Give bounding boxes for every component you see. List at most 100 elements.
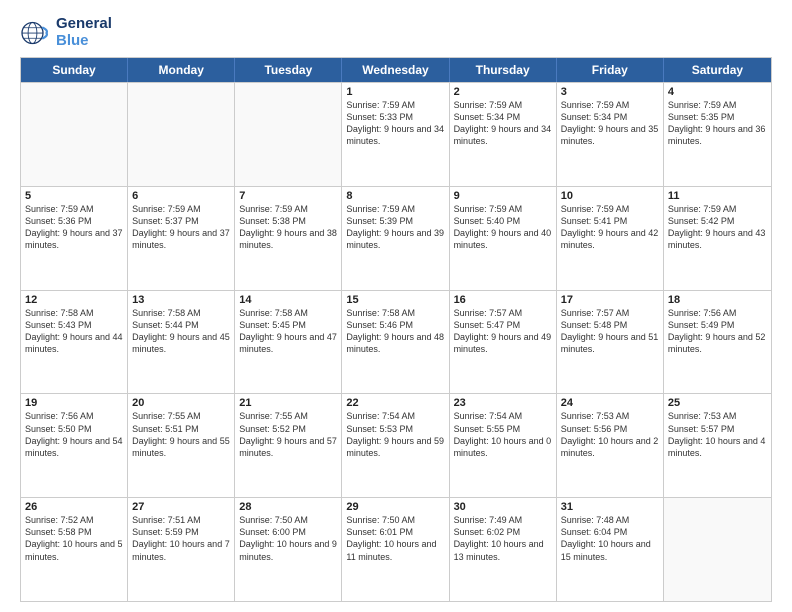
day-cell-4: 4Sunrise: 7:59 AMSunset: 5:35 PMDaylight… — [664, 83, 771, 186]
day-number: 3 — [561, 86, 659, 98]
daylight-line: Daylight: 9 hours and 38 minutes. — [239, 227, 337, 251]
day-number: 5 — [25, 190, 123, 202]
day-cell-25: 25Sunrise: 7:53 AMSunset: 5:57 PMDayligh… — [664, 394, 771, 497]
daylight-line: Daylight: 9 hours and 35 minutes. — [561, 123, 659, 147]
day-cell-31: 31Sunrise: 7:48 AMSunset: 6:04 PMDayligh… — [557, 498, 664, 601]
calendar-body: 1Sunrise: 7:59 AMSunset: 5:33 PMDaylight… — [21, 82, 771, 601]
day-cell-9: 9Sunrise: 7:59 AMSunset: 5:40 PMDaylight… — [450, 187, 557, 290]
sunrise-line: Sunrise: 7:50 AM — [346, 514, 444, 526]
sunset-line: Sunset: 5:50 PM — [25, 423, 123, 435]
sunset-line: Sunset: 5:53 PM — [346, 423, 444, 435]
day-cell-26: 26Sunrise: 7:52 AMSunset: 5:58 PMDayligh… — [21, 498, 128, 601]
calendar-week-3: 12Sunrise: 7:58 AMSunset: 5:43 PMDayligh… — [21, 290, 771, 394]
empty-cell — [21, 83, 128, 186]
sunset-line: Sunset: 5:39 PM — [346, 215, 444, 227]
daylight-line: Daylight: 9 hours and 37 minutes. — [132, 227, 230, 251]
sunset-line: Sunset: 5:57 PM — [668, 423, 767, 435]
sunrise-line: Sunrise: 7:53 AM — [561, 410, 659, 422]
day-header-saturday: Saturday — [664, 58, 771, 82]
daylight-line: Daylight: 9 hours and 49 minutes. — [454, 331, 552, 355]
sunrise-line: Sunrise: 7:52 AM — [25, 514, 123, 526]
sunset-line: Sunset: 5:34 PM — [561, 111, 659, 123]
sunrise-line: Sunrise: 7:55 AM — [239, 410, 337, 422]
day-cell-29: 29Sunrise: 7:50 AMSunset: 6:01 PMDayligh… — [342, 498, 449, 601]
daylight-line: Daylight: 9 hours and 59 minutes. — [346, 435, 444, 459]
day-header-wednesday: Wednesday — [342, 58, 449, 82]
sunset-line: Sunset: 5:35 PM — [668, 111, 767, 123]
logo: General Blue — [20, 16, 112, 49]
day-cell-23: 23Sunrise: 7:54 AMSunset: 5:55 PMDayligh… — [450, 394, 557, 497]
sunrise-line: Sunrise: 7:59 AM — [25, 203, 123, 215]
daylight-line: Daylight: 10 hours and 2 minutes. — [561, 435, 659, 459]
day-number: 26 — [25, 501, 123, 513]
day-number: 17 — [561, 294, 659, 306]
daylight-line: Daylight: 9 hours and 40 minutes. — [454, 227, 552, 251]
sunrise-line: Sunrise: 7:50 AM — [239, 514, 337, 526]
sunrise-line: Sunrise: 7:59 AM — [239, 203, 337, 215]
sunset-line: Sunset: 5:42 PM — [668, 215, 767, 227]
day-number: 15 — [346, 294, 444, 306]
logo-text: General Blue — [56, 16, 112, 49]
daylight-line: Daylight: 9 hours and 36 minutes. — [668, 123, 767, 147]
sunset-line: Sunset: 5:48 PM — [561, 319, 659, 331]
daylight-line: Daylight: 9 hours and 55 minutes. — [132, 435, 230, 459]
sunrise-line: Sunrise: 7:59 AM — [668, 203, 767, 215]
daylight-line: Daylight: 10 hours and 9 minutes. — [239, 538, 337, 562]
day-cell-14: 14Sunrise: 7:58 AMSunset: 5:45 PMDayligh… — [235, 291, 342, 394]
daylight-line: Daylight: 9 hours and 51 minutes. — [561, 331, 659, 355]
sunrise-line: Sunrise: 7:54 AM — [454, 410, 552, 422]
day-cell-8: 8Sunrise: 7:59 AMSunset: 5:39 PMDaylight… — [342, 187, 449, 290]
sunset-line: Sunset: 5:34 PM — [454, 111, 552, 123]
day-cell-15: 15Sunrise: 7:58 AMSunset: 5:46 PMDayligh… — [342, 291, 449, 394]
daylight-line: Daylight: 10 hours and 5 minutes. — [25, 538, 123, 562]
sunrise-line: Sunrise: 7:59 AM — [132, 203, 230, 215]
sunrise-line: Sunrise: 7:58 AM — [132, 307, 230, 319]
daylight-line: Daylight: 10 hours and 15 minutes. — [561, 538, 659, 562]
day-cell-5: 5Sunrise: 7:59 AMSunset: 5:36 PMDaylight… — [21, 187, 128, 290]
day-cell-18: 18Sunrise: 7:56 AMSunset: 5:49 PMDayligh… — [664, 291, 771, 394]
sunrise-line: Sunrise: 7:59 AM — [346, 99, 444, 111]
sunset-line: Sunset: 5:58 PM — [25, 526, 123, 538]
day-number: 27 — [132, 501, 230, 513]
page-header: General Blue — [20, 16, 772, 49]
sunrise-line: Sunrise: 7:58 AM — [239, 307, 337, 319]
day-cell-11: 11Sunrise: 7:59 AMSunset: 5:42 PMDayligh… — [664, 187, 771, 290]
empty-cell — [235, 83, 342, 186]
day-number: 19 — [25, 397, 123, 409]
day-cell-6: 6Sunrise: 7:59 AMSunset: 5:37 PMDaylight… — [128, 187, 235, 290]
sunset-line: Sunset: 5:47 PM — [454, 319, 552, 331]
sunset-line: Sunset: 6:04 PM — [561, 526, 659, 538]
daylight-line: Daylight: 10 hours and 11 minutes. — [346, 538, 444, 562]
daylight-line: Daylight: 10 hours and 7 minutes. — [132, 538, 230, 562]
day-cell-2: 2Sunrise: 7:59 AMSunset: 5:34 PMDaylight… — [450, 83, 557, 186]
sunset-line: Sunset: 5:55 PM — [454, 423, 552, 435]
calendar-week-1: 1Sunrise: 7:59 AMSunset: 5:33 PMDaylight… — [21, 82, 771, 186]
daylight-line: Daylight: 10 hours and 0 minutes. — [454, 435, 552, 459]
day-header-tuesday: Tuesday — [235, 58, 342, 82]
day-number: 2 — [454, 86, 552, 98]
day-number: 9 — [454, 190, 552, 202]
daylight-line: Daylight: 9 hours and 44 minutes. — [25, 331, 123, 355]
day-number: 8 — [346, 190, 444, 202]
daylight-line: Daylight: 9 hours and 34 minutes. — [346, 123, 444, 147]
day-cell-16: 16Sunrise: 7:57 AMSunset: 5:47 PMDayligh… — [450, 291, 557, 394]
daylight-line: Daylight: 10 hours and 13 minutes. — [454, 538, 552, 562]
sunrise-line: Sunrise: 7:49 AM — [454, 514, 552, 526]
calendar-week-5: 26Sunrise: 7:52 AMSunset: 5:58 PMDayligh… — [21, 497, 771, 601]
daylight-line: Daylight: 9 hours and 39 minutes. — [346, 227, 444, 251]
daylight-line: Daylight: 9 hours and 54 minutes. — [25, 435, 123, 459]
sunrise-line: Sunrise: 7:59 AM — [454, 99, 552, 111]
day-cell-10: 10Sunrise: 7:59 AMSunset: 5:41 PMDayligh… — [557, 187, 664, 290]
calendar: SundayMondayTuesdayWednesdayThursdayFrid… — [20, 57, 772, 602]
day-number: 31 — [561, 501, 659, 513]
sunrise-line: Sunrise: 7:55 AM — [132, 410, 230, 422]
sunrise-line: Sunrise: 7:57 AM — [454, 307, 552, 319]
sunrise-line: Sunrise: 7:48 AM — [561, 514, 659, 526]
sunset-line: Sunset: 5:56 PM — [561, 423, 659, 435]
day-number: 7 — [239, 190, 337, 202]
sunrise-line: Sunrise: 7:57 AM — [561, 307, 659, 319]
sunset-line: Sunset: 5:40 PM — [454, 215, 552, 227]
sunrise-line: Sunrise: 7:53 AM — [668, 410, 767, 422]
empty-cell — [128, 83, 235, 186]
sunrise-line: Sunrise: 7:58 AM — [346, 307, 444, 319]
